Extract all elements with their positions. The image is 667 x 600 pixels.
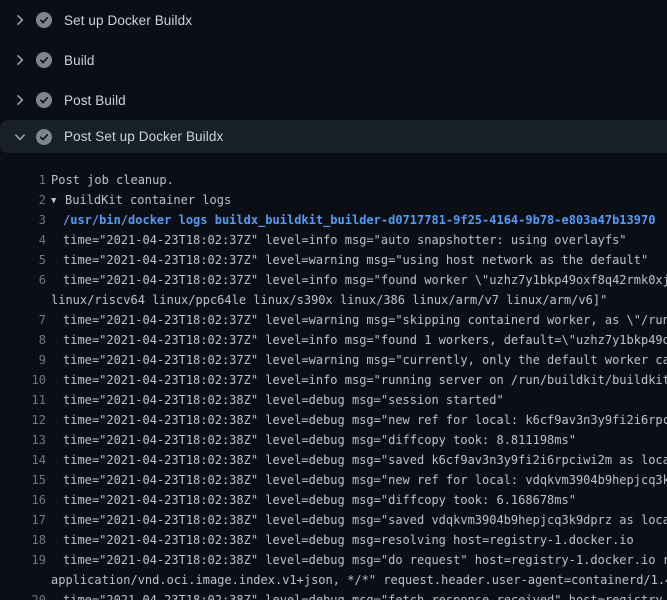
actions-log-viewer: Set up Docker Buildx Build Post Build	[0, 0, 667, 600]
log-line-text: time="2021-04-23T18:02:38Z" level=debug …	[46, 430, 576, 450]
log-row: 18 time="2021-04-23T18:02:38Z" level=deb…	[0, 530, 667, 550]
check-circle-icon	[36, 92, 52, 108]
log-line-text: time="2021-04-23T18:02:38Z" level=debug …	[46, 410, 667, 430]
log-line-number[interactable]: 3	[0, 210, 46, 230]
log-row: 5 time="2021-04-23T18:02:37Z" level=warn…	[0, 250, 667, 270]
log-row: application/vnd.oci.image.index.v1+json,…	[0, 570, 667, 590]
log-line-text: time="2021-04-23T18:02:37Z" level=warnin…	[46, 250, 648, 270]
log-line-text: time="2021-04-23T18:02:38Z" level=debug …	[46, 590, 667, 600]
log-line-number[interactable]: 7	[0, 310, 46, 330]
log-line-number[interactable]: 14	[0, 450, 46, 470]
log-line-number[interactable]: 4	[0, 230, 46, 250]
log-line-number[interactable]: 2	[0, 190, 46, 210]
chevron-right-icon	[12, 52, 28, 68]
log-line-text: time="2021-04-23T18:02:38Z" level=debug …	[46, 530, 634, 550]
log-line-number[interactable]: 9	[0, 350, 46, 370]
step-row-set-up-docker-buildx[interactable]: Set up Docker Buildx	[0, 0, 667, 40]
log-line-number	[0, 570, 46, 590]
step-row-build[interactable]: Build	[0, 40, 667, 80]
log-line-text: time="2021-04-23T18:02:37Z" level=warnin…	[46, 310, 667, 330]
step-row-post-build[interactable]: Post Build	[0, 80, 667, 120]
chevron-right-icon	[12, 12, 28, 28]
log-row: 9 time="2021-04-23T18:02:37Z" level=warn…	[0, 350, 667, 370]
log-line-number[interactable]: 1	[0, 170, 46, 190]
log-row: 19 time="2021-04-23T18:02:38Z" level=deb…	[0, 550, 667, 570]
step-label: Build	[64, 53, 95, 68]
log-line-number[interactable]: 12	[0, 410, 46, 430]
log-line-text: time="2021-04-23T18:02:37Z" level=info m…	[46, 330, 667, 350]
log-line-number[interactable]: 8	[0, 330, 46, 350]
log-line-text: /usr/bin/docker logs buildx_buildkit_bui…	[46, 210, 655, 230]
log-line-number[interactable]: 10	[0, 370, 46, 390]
group-collapse-triangle-icon[interactable]: ▼	[51, 191, 65, 211]
log-line-text: application/vnd.oci.image.index.v1+json,…	[46, 570, 667, 590]
log-line-number[interactable]: 18	[0, 530, 46, 550]
step-label: Set up Docker Buildx	[64, 13, 192, 28]
log-line-number[interactable]: 6	[0, 270, 46, 290]
log-row: 17 time="2021-04-23T18:02:38Z" level=deb…	[0, 510, 667, 530]
chevron-right-icon	[12, 92, 28, 108]
log-line-text: time="2021-04-23T18:02:37Z" level=info m…	[46, 370, 667, 390]
log-line-text: time="2021-04-23T18:02:38Z" level=debug …	[46, 490, 576, 510]
chevron-down-icon	[12, 129, 28, 145]
log-line-text: time="2021-04-23T18:02:38Z" level=debug …	[46, 510, 667, 530]
log-row: 7 time="2021-04-23T18:02:37Z" level=warn…	[0, 310, 667, 330]
log-line-text: time="2021-04-23T18:02:38Z" level=debug …	[46, 390, 504, 410]
log-row: 13 time="2021-04-23T18:02:38Z" level=deb…	[0, 430, 667, 450]
log-row: 6 time="2021-04-23T18:02:37Z" level=info…	[0, 270, 667, 290]
log-line-text: ▼BuildKit container logs	[46, 190, 231, 210]
log-line-text: time="2021-04-23T18:02:38Z" level=debug …	[46, 470, 667, 490]
log-line-text: time="2021-04-23T18:02:38Z" level=debug …	[46, 550, 667, 570]
log-row: 20 time="2021-04-23T18:02:38Z" level=deb…	[0, 590, 667, 600]
log-row: 4 time="2021-04-23T18:02:37Z" level=info…	[0, 230, 667, 250]
log-line-text: linux/riscv64 linux/ppc64le linux/s390x …	[46, 290, 607, 310]
log-line-number[interactable]: 15	[0, 470, 46, 490]
log-row: 14 time="2021-04-23T18:02:38Z" level=deb…	[0, 450, 667, 470]
log-row: 1 Post job cleanup.	[0, 170, 667, 190]
log-line-number[interactable]: 19	[0, 550, 46, 570]
log-line-number[interactable]: 20	[0, 590, 46, 600]
log-line-text: Post job cleanup.	[46, 170, 174, 190]
log-line-number[interactable]: 5	[0, 250, 46, 270]
check-circle-icon	[36, 129, 52, 145]
steps-list: Set up Docker Buildx Build Post Build	[0, 0, 667, 153]
log-row: 3 /usr/bin/docker logs buildx_buildkit_b…	[0, 210, 667, 230]
log-line-number[interactable]: 16	[0, 490, 46, 510]
step-row-post-set-up-docker-buildx[interactable]: Post Set up Docker Buildx	[0, 120, 667, 153]
log-line-text: time="2021-04-23T18:02:37Z" level=info m…	[46, 230, 627, 250]
log-row: 15 time="2021-04-23T18:02:38Z" level=deb…	[0, 470, 667, 490]
log-group-row[interactable]: 2 ▼BuildKit container logs	[0, 190, 667, 210]
log-area: 1 Post job cleanup. 2 ▼BuildKit containe…	[0, 153, 667, 600]
log-line-number[interactable]: 17	[0, 510, 46, 530]
log-row: linux/riscv64 linux/ppc64le linux/s390x …	[0, 290, 667, 310]
log-row: 16 time="2021-04-23T18:02:38Z" level=deb…	[0, 490, 667, 510]
log-line-text: time="2021-04-23T18:02:37Z" level=info m…	[46, 270, 667, 290]
log-line-number	[0, 290, 46, 310]
log-line-text: time="2021-04-23T18:02:37Z" level=warnin…	[46, 350, 667, 370]
log-row: 12 time="2021-04-23T18:02:38Z" level=deb…	[0, 410, 667, 430]
log-row: 11 time="2021-04-23T18:02:38Z" level=deb…	[0, 390, 667, 410]
check-circle-icon	[36, 12, 52, 28]
step-label: Post Set up Docker Buildx	[64, 129, 223, 144]
log-line-number[interactable]: 11	[0, 390, 46, 410]
log-line-text: time="2021-04-23T18:02:38Z" level=debug …	[46, 450, 667, 470]
check-circle-icon	[36, 52, 52, 68]
log-line-number[interactable]: 13	[0, 430, 46, 450]
log-row: 8 time="2021-04-23T18:02:37Z" level=info…	[0, 330, 667, 350]
step-label: Post Build	[64, 93, 126, 108]
group-label: BuildKit container logs	[65, 193, 231, 207]
log-row: 10 time="2021-04-23T18:02:37Z" level=inf…	[0, 370, 667, 390]
